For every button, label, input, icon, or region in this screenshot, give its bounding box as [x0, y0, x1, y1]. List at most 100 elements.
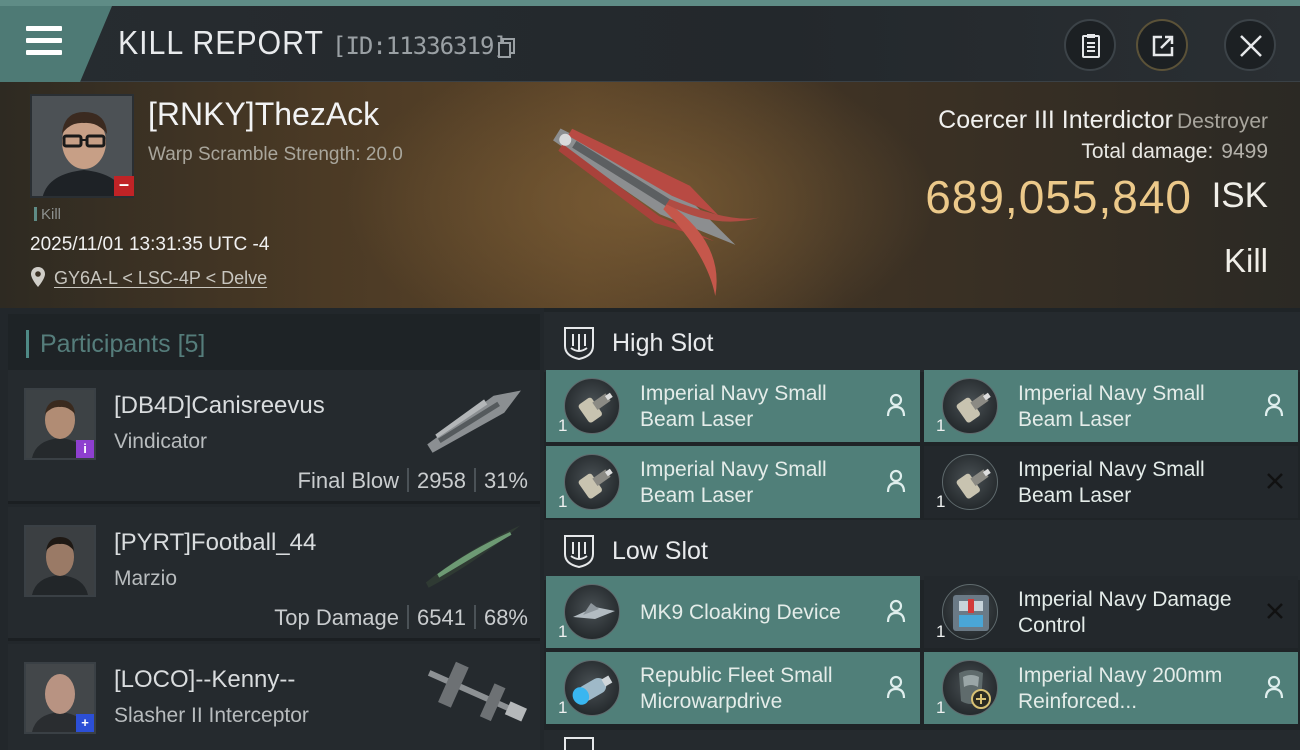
module-quantity: 1	[936, 622, 946, 641]
clipboard-icon	[1082, 34, 1100, 58]
avatar: +	[24, 662, 96, 734]
clipboard-button[interactable]	[1064, 19, 1116, 71]
module-item[interactable]: 1 Imperial Navy Damage Control	[924, 576, 1298, 648]
module-item[interactable]: 1 Imperial Navy Small Beam Laser	[924, 370, 1298, 442]
warp-scramble-strength: Warp Scramble Strength: 20.0	[148, 144, 403, 165]
pilot-icon	[886, 599, 906, 623]
module-quantity: 1	[558, 416, 568, 435]
total-damage: Total damage: 9499	[1081, 140, 1268, 164]
pilot-icon	[886, 393, 906, 417]
fitting-panel: High Slot 1 Imperial Navy Small Beam Las…	[544, 308, 1300, 750]
participant-role: Top Damage	[274, 605, 399, 630]
avatar	[24, 525, 96, 597]
microwarpdrive-icon	[564, 660, 620, 716]
participant-name: [PYRT]Football_44	[114, 529, 317, 556]
module-name: Imperial Navy 200mm Reinforced...	[1018, 664, 1223, 713]
share-button[interactable]	[1136, 19, 1188, 71]
beam-laser-icon	[564, 454, 620, 510]
module-quantity: 1	[558, 698, 568, 717]
participants-count: [5]	[177, 330, 206, 358]
header-bar: KILL REPORT [ID:11336319]	[0, 6, 1300, 82]
module-name: Imperial Navy Small Beam Laser	[640, 458, 827, 507]
avatar: i	[24, 388, 96, 460]
module-item[interactable]: 1 Imperial Navy Small Beam Laser	[546, 370, 920, 442]
participant-row[interactable]: i [DB4D]Canisreevus Vindicator Final Blo…	[8, 370, 540, 504]
module-name: Republic Fleet Small Microwarpdrive	[640, 664, 833, 713]
victim-ship-image	[553, 128, 760, 296]
pilot-icon	[886, 675, 906, 699]
module-item[interactable]: 1 Imperial Navy 200mm Reinforced...	[924, 652, 1298, 724]
isk-unit: ISK	[1211, 176, 1268, 215]
participants-header[interactable]: Participants [5]	[8, 314, 540, 372]
hamburger-menu-icon	[26, 26, 62, 56]
module-quantity: 1	[936, 492, 946, 511]
mid-slot-header	[544, 730, 1300, 750]
beam-laser-icon	[942, 454, 998, 510]
total-damage-label: Total damage:	[1081, 140, 1214, 163]
participant-stats: Final Blow 2958 31%	[298, 468, 528, 494]
kill-timestamp: 2025/11/01 13:31:35 UTC -4	[30, 234, 270, 255]
participant-percent: 68%	[483, 605, 528, 630]
participants-panel: Participants [5] i [DB4D]Canisreevus Vin…	[0, 308, 544, 750]
header-accent-bar	[26, 330, 29, 358]
victim-ship-name[interactable]: Coercer III Interdictor Destroyer	[938, 106, 1268, 135]
ship-type-label: Coercer III Interdictor	[938, 106, 1173, 134]
cloaking-device-icon	[564, 584, 620, 640]
participant-ship: Vindicator	[114, 430, 208, 453]
module-quantity: 1	[936, 698, 946, 717]
pilot-icon	[1264, 675, 1284, 699]
module-name: MK9 Cloaking Device	[640, 601, 841, 624]
external-link-icon	[1152, 35, 1174, 57]
damage-control-icon	[942, 584, 998, 640]
kill-result-label: Kill	[1223, 242, 1268, 279]
participant-percent: 31%	[483, 468, 528, 493]
report-id: [ID:11336319]	[332, 32, 508, 60]
participant-damage: 6541	[417, 605, 466, 630]
module-item[interactable]: 1 MK9 Cloaking Device	[546, 576, 920, 648]
ship-class-label: Destroyer	[1176, 110, 1268, 133]
module-item[interactable]: 1 Imperial Navy Small Beam Laser	[924, 446, 1298, 518]
participants-title: Participants [5]	[40, 330, 205, 359]
victim-name[interactable]: [RNKY]ThezAck	[148, 96, 379, 133]
pilot-icon	[1264, 393, 1284, 417]
security-badge: +	[76, 714, 94, 732]
copy-icon[interactable]	[498, 38, 516, 58]
module-quantity: 1	[558, 492, 568, 511]
participant-ship-image	[425, 525, 521, 588]
low-slot-header: Low Slot	[544, 520, 1300, 580]
close-icon	[1240, 35, 1262, 57]
participant-row[interactable]: + [LOCO]--Kenny-- Slasher II Interceptor	[8, 644, 540, 750]
reinforced-plate-icon	[942, 660, 998, 716]
participant-row[interactable]: [PYRT]Football_44 Marzio Top Damage 6541 6…	[8, 507, 540, 641]
kill-tag-label: Kill	[41, 206, 62, 223]
participant-ship: Marzio	[114, 567, 178, 590]
module-quantity: 1	[936, 416, 946, 435]
kill-location-link[interactable]: GY6A-L < LSC-4P < Delve	[54, 268, 267, 289]
high-slot-header: High Slot	[544, 312, 1300, 372]
module-name: Imperial Navy Damage Control	[1018, 588, 1232, 637]
module-item[interactable]: 1 Republic Fleet Small Microwarpdrive	[546, 652, 920, 724]
module-name: Imperial Navy Small Beam Laser	[1018, 458, 1205, 507]
menu-button[interactable]	[0, 6, 112, 82]
beam-laser-icon	[564, 378, 620, 434]
destroyed-x-icon	[1267, 603, 1283, 619]
total-damage-value: 9499	[1221, 140, 1268, 163]
participant-ship-image	[427, 661, 527, 722]
security-status-badge: –	[114, 175, 134, 196]
participant-role: Final Blow	[297, 468, 399, 493]
mid-slot-icon	[564, 737, 594, 750]
participant-ship-image	[427, 390, 521, 453]
participant-ship: Slasher II Interceptor	[114, 704, 309, 727]
module-item[interactable]: 1 Imperial Navy Small Beam Laser	[546, 446, 920, 518]
low-slot-title: Low Slot	[612, 537, 708, 565]
destroyed-x-icon	[1267, 473, 1283, 489]
location-pin-icon	[31, 267, 45, 287]
close-button[interactable]	[1224, 19, 1276, 71]
module-name: Imperial Navy Small Beam Laser	[640, 382, 827, 431]
high-slot-icon	[564, 327, 594, 360]
victim-banner: – [RNKY]ThezAck Warp Scramble Strength: …	[0, 82, 1300, 308]
participant-name: [DB4D]Canisreevus	[114, 392, 325, 419]
security-badge: i	[76, 440, 94, 458]
participant-damage: 2958	[417, 468, 466, 493]
isk-value: 689,055,840	[925, 171, 1192, 223]
